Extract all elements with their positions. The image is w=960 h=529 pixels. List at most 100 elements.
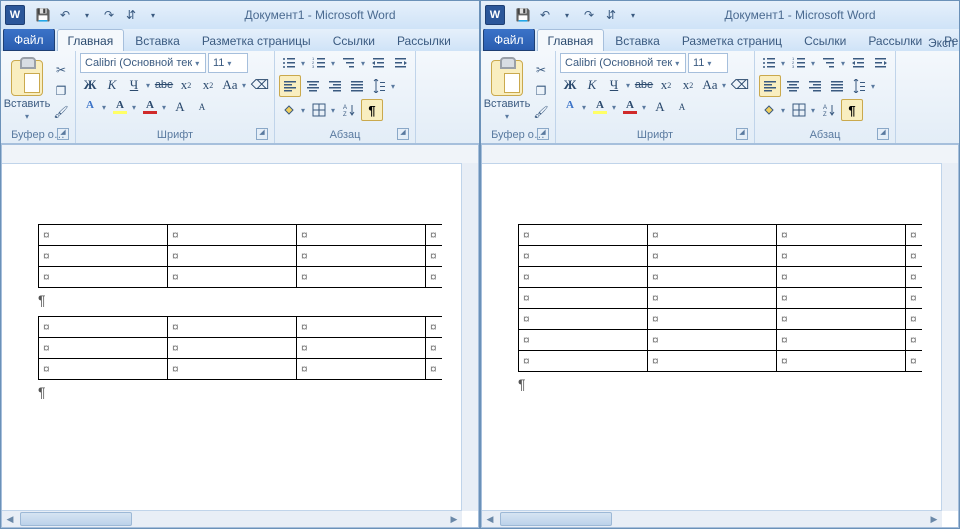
font-dialog-launcher[interactable]: ◢ [736, 128, 748, 140]
document-area[interactable]: ¤¤¤¤¤¤¤¤¤¤¤¤ ¶ ¤¤¤¤¤¤¤¤¤¤¤¤ ¶ ◀ ▶ [1, 144, 479, 528]
qat-save[interactable]: 💾 [513, 5, 533, 25]
align-left-button[interactable] [279, 75, 301, 97]
table-cell[interactable]: ¤ [297, 338, 426, 359]
paragraph-dialog-launcher[interactable]: ◢ [397, 128, 409, 140]
bullets-button[interactable] [279, 53, 299, 73]
table-1[interactable]: ¤¤¤¤¤¤¤¤¤¤¤¤¤¤¤¤¤¤¤¤¤¤¤¤¤¤¤¤ [518, 224, 922, 372]
numbering-button[interactable]: 123 [789, 53, 809, 73]
show-marks-button[interactable]: ¶ [841, 99, 863, 121]
line-spacing-button[interactable] [369, 76, 389, 96]
tab-home[interactable]: Главная [57, 29, 125, 51]
tab-insert[interactable]: Вставка [124, 29, 191, 51]
change-case-button[interactable]: Aa [220, 75, 240, 95]
show-marks-button[interactable]: ¶ [361, 99, 383, 121]
table-cell[interactable]: ¤ [519, 309, 648, 330]
change-case-button[interactable]: Aa [700, 75, 720, 95]
table-cell[interactable]: ¤ [648, 267, 777, 288]
table-cell[interactable]: ¤ [648, 288, 777, 309]
table-cell[interactable]: ¤ [777, 267, 906, 288]
qat-customize[interactable]: ▾ [143, 5, 163, 25]
table-cell[interactable]: ¤ [39, 267, 168, 288]
table-cell[interactable]: ¤ [168, 338, 297, 359]
paste-button[interactable]: Вставить ▾ [485, 53, 529, 128]
page[interactable]: ¤¤¤¤¤¤¤¤¤¤¤¤ ¶ ¤¤¤¤¤¤¤¤¤¤¤¤ ¶ [2, 164, 478, 418]
table-cell[interactable]: ¤ [297, 246, 426, 267]
copy-button[interactable]: ❐ [51, 81, 71, 101]
table-cell[interactable]: ¤ [519, 330, 648, 351]
text-effects-button[interactable]: A [560, 97, 580, 117]
format-painter-button[interactable]: 🖌 [51, 102, 71, 122]
table-cell[interactable]: ¤ [519, 267, 648, 288]
tab-mailings[interactable]: Рассылки [386, 29, 462, 51]
cut-button[interactable]: ✂ [531, 60, 551, 80]
align-center-button[interactable] [783, 76, 803, 96]
copy-button[interactable]: ❐ [531, 81, 551, 101]
bold-button[interactable]: Ж [560, 75, 580, 95]
tab-references[interactable]: Ссылки [322, 29, 386, 51]
table-1[interactable]: ¤¤¤¤¤¤¤¤¤¤¤¤ [38, 224, 442, 288]
justify-button[interactable] [827, 76, 847, 96]
table-cell[interactable]: ¤ [777, 246, 906, 267]
qat-redo[interactable]: ↷ [99, 5, 119, 25]
underline-button[interactable]: Ч [124, 75, 144, 95]
paste-button[interactable]: Вставить ▾ [5, 53, 49, 128]
qat-undo[interactable]: ↶ [55, 5, 75, 25]
table-cell[interactable]: ¤ [168, 267, 297, 288]
align-left-button[interactable] [759, 75, 781, 97]
table-cell[interactable]: ¤ [519, 351, 648, 372]
scroll-left-button[interactable]: ◀ [482, 511, 498, 527]
subscript-button[interactable]: x2 [656, 75, 676, 95]
table-2[interactable]: ¤¤¤¤¤¤¤¤¤¤¤¤ [38, 316, 442, 380]
shading-button[interactable] [759, 100, 779, 120]
table-cell[interactable]: ¤ [777, 351, 906, 372]
table-cell[interactable]: ¤ [648, 351, 777, 372]
table-cell[interactable]: ¤ [39, 338, 168, 359]
qat-undo-dd[interactable]: ▾ [557, 5, 577, 25]
clipboard-dialog-launcher[interactable]: ◢ [537, 128, 549, 140]
table-cell[interactable]: ¤ [168, 246, 297, 267]
table-cell[interactable]: ¤ [39, 359, 168, 380]
align-right-button[interactable] [805, 76, 825, 96]
tab-mailings[interactable]: Рассылки [857, 29, 933, 51]
scroll-thumb[interactable] [500, 512, 612, 526]
multilevel-button[interactable] [339, 53, 359, 73]
font-size-combo[interactable]: 11▾ [688, 53, 728, 73]
table-cell[interactable]: ¤ [519, 225, 648, 246]
underline-button[interactable]: Ч [604, 75, 624, 95]
table-cell[interactable]: ¤ [297, 359, 426, 380]
clear-format-button[interactable]: ⌫ [250, 75, 270, 95]
table-cell[interactable]: ¤ [648, 309, 777, 330]
increase-indent-button[interactable] [391, 53, 411, 73]
table-cell[interactable]: ¤ [777, 309, 906, 330]
table-cell[interactable]: ¤ [297, 317, 426, 338]
text-effects-button[interactable]: A [80, 97, 100, 117]
align-right-button[interactable] [325, 76, 345, 96]
table-cell[interactable]: ¤ [777, 288, 906, 309]
decrease-indent-button[interactable] [849, 53, 869, 73]
table-cell[interactable]: ¤ [297, 225, 426, 246]
align-center-button[interactable] [303, 76, 323, 96]
superscript-button[interactable]: x2 [678, 75, 698, 95]
strike-button[interactable]: abe [634, 75, 654, 95]
numbering-button[interactable]: 123 [309, 53, 329, 73]
tab-file[interactable]: Файл [3, 29, 55, 51]
tab-references[interactable]: Ссылки [793, 29, 857, 51]
shrink-font-button[interactable]: A [192, 97, 212, 117]
font-color-button[interactable]: A [620, 97, 640, 117]
scroll-left-button[interactable]: ◀ [2, 511, 18, 527]
font-dialog-launcher[interactable]: ◢ [256, 128, 268, 140]
paragraph-dialog-launcher[interactable]: ◢ [877, 128, 889, 140]
document-area[interactable]: ¤¤¤¤¤¤¤¤¤¤¤¤¤¤¤¤¤¤¤¤¤¤¤¤¤¤¤¤ ¶ ◀ ▶ [481, 144, 959, 528]
font-color-button[interactable]: A [140, 97, 160, 117]
strike-button[interactable]: abe [154, 75, 174, 95]
table-cell[interactable]: ¤ [519, 288, 648, 309]
scrollbar-vertical[interactable] [941, 163, 958, 511]
ruler[interactable] [482, 145, 958, 164]
qat-touch[interactable]: ⇵ [121, 5, 141, 25]
table-cell[interactable]: ¤ [39, 225, 168, 246]
format-painter-button[interactable]: 🖌 [531, 102, 551, 122]
sort-button[interactable]: AZ [339, 100, 359, 120]
bullets-button[interactable] [759, 53, 779, 73]
table-cell[interactable]: ¤ [39, 246, 168, 267]
shrink-font-button[interactable]: A [672, 97, 692, 117]
